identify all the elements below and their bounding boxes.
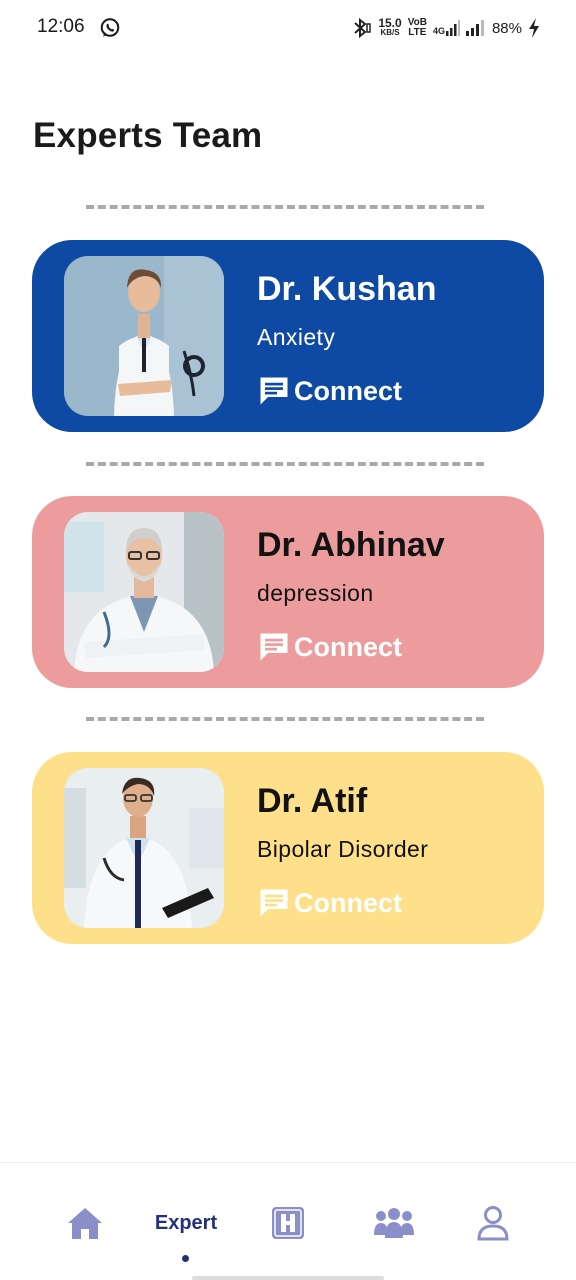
connect-button[interactable]: Connect bbox=[256, 883, 402, 923]
network-type: 4G bbox=[432, 26, 445, 36]
volte-indicator: VoB LTE bbox=[408, 18, 427, 38]
expert-card-atif[interactable]: Dr. Atif Bipolar Disorder Connect bbox=[32, 752, 544, 944]
chat-icon bbox=[260, 377, 288, 405]
divider bbox=[86, 462, 484, 466]
divider bbox=[86, 717, 484, 721]
divider bbox=[86, 205, 484, 209]
status-indicators: 15.0 KB/S VoB LTE 4G 88% bbox=[352, 16, 540, 40]
battery-percent: 88% bbox=[491, 19, 522, 37]
connect-button[interactable]: Connect bbox=[256, 627, 402, 667]
doctor-photo bbox=[64, 768, 224, 928]
home-indicator bbox=[192, 1276, 384, 1280]
nav-community[interactable] bbox=[372, 1203, 416, 1243]
signal-icon bbox=[445, 20, 460, 36]
doctor-specialty: depression bbox=[257, 580, 374, 606]
signal-sim1: 4G bbox=[433, 20, 460, 36]
nav-expert[interactable]: Expert bbox=[146, 1203, 226, 1243]
nav-active-indicator bbox=[182, 1255, 189, 1262]
home-icon bbox=[68, 1208, 102, 1239]
network-speed: 15.0 KB/S bbox=[378, 16, 402, 38]
expert-card-abhinav[interactable]: Dr. Abhinav depression Connect bbox=[32, 496, 544, 688]
doctor-photo bbox=[64, 512, 224, 672]
status-bar: 12:06 15.0 KB/S VoB LTE 4G 88% bbox=[0, 0, 576, 56]
nav-expert-label: Expert bbox=[154, 1211, 218, 1234]
page-title: Experts Team bbox=[33, 116, 263, 155]
nav-profile[interactable] bbox=[476, 1203, 510, 1243]
nav-hospital[interactable] bbox=[270, 1203, 306, 1243]
connect-button[interactable]: Connect bbox=[256, 371, 402, 411]
signal-icon bbox=[465, 20, 484, 36]
community-icon bbox=[374, 1208, 414, 1238]
doctor-specialty: Bipolar Disorder bbox=[257, 836, 429, 862]
expert-card-kushan[interactable]: Dr. Kushan Anxiety Connect bbox=[32, 240, 544, 432]
bluetooth-icon bbox=[354, 17, 372, 39]
status-time: 12:06 bbox=[37, 16, 85, 37]
doctor-photo bbox=[64, 256, 224, 416]
chat-icon bbox=[260, 633, 288, 661]
whatsapp-icon bbox=[100, 18, 120, 37]
connect-label: Connect bbox=[294, 375, 402, 406]
chat-icon bbox=[260, 889, 288, 917]
connect-label: Connect bbox=[294, 887, 402, 918]
volte-bottom: LTE bbox=[408, 27, 427, 38]
doctor-name: Dr. Atif bbox=[257, 782, 368, 820]
connect-label: Connect bbox=[294, 631, 402, 662]
doctor-specialty: Anxiety bbox=[257, 324, 336, 350]
nav-home[interactable] bbox=[64, 1203, 106, 1243]
bottom-nav: Expert bbox=[0, 1162, 576, 1280]
network-speed-unit: KB/S bbox=[380, 28, 400, 37]
hospital-h-icon bbox=[272, 1207, 304, 1239]
network-speed-value: 15.0 bbox=[378, 16, 402, 30]
doctor-name: Dr. Kushan bbox=[257, 270, 437, 308]
doctor-name: Dr. Abhinav bbox=[257, 526, 445, 564]
profile-icon bbox=[477, 1206, 509, 1241]
battery-charging-icon bbox=[529, 18, 539, 38]
